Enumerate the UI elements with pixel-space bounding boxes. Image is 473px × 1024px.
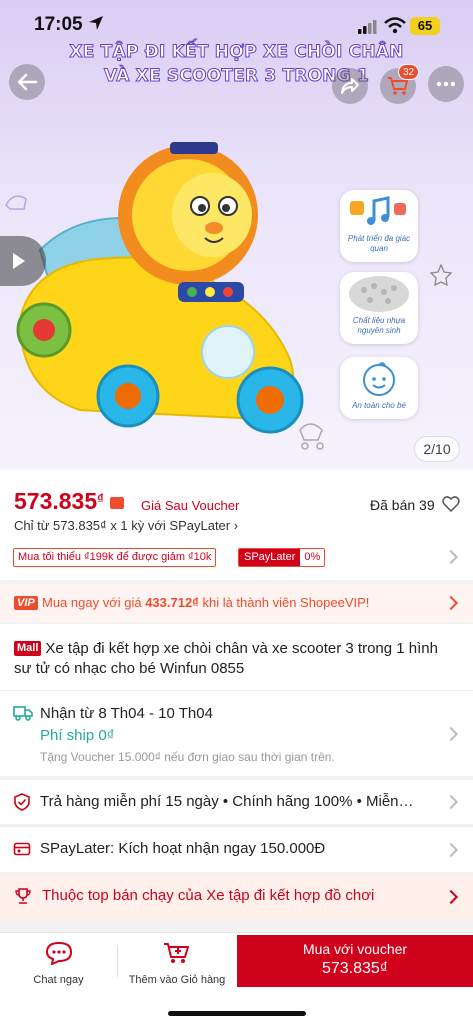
vip-text-suffix: khi là thành viên ShopeeVIP! (198, 595, 370, 610)
chevron-right-icon (443, 595, 459, 611)
home-indicator (168, 1011, 306, 1016)
spaylater-row[interactable]: SPayLater: Kích hoạt nhận ngay 150.000Đ (0, 826, 473, 872)
spaylater-tag[interactable]: SPayLater 0% (238, 548, 326, 567)
plastic-pellets-icon (349, 276, 409, 312)
trophy-icon (15, 888, 31, 904)
back-button[interactable] (9, 64, 45, 100)
buy-with-voucher-button[interactable]: Mua với voucher 573.835₫ (237, 935, 473, 987)
shopee-vip-banner[interactable]: VIP Mua ngay với giá 433.712₫ khi là thà… (0, 584, 473, 622)
price-amount: 573.835 (14, 488, 98, 514)
guarantee-row[interactable]: Trả hàng miễn phí 15 ngày • Chính hãng 1… (0, 780, 473, 824)
chevron-right-icon (443, 549, 459, 565)
heart-icon[interactable] (442, 495, 460, 513)
share-icon (341, 78, 359, 94)
delivery-truck-icon (13, 706, 33, 721)
status-bar: 17:05 65 (0, 0, 473, 40)
chevron-right-icon (443, 889, 459, 905)
product-title-section: Mall Xe tập đi kết hợp xe chòi chân và xe… (0, 624, 473, 690)
chevron-right-icon (443, 726, 459, 742)
product-title-text: Xe tập đi kết hợp xe chòi chân và xe sco… (14, 640, 438, 677)
spaylater-row-text: SPayLater: Kích hoạt nhận ngay 150.000Đ (40, 840, 326, 857)
top-seller-text: Thuộc top bán chạy của Xe tập đi kết hợp… (42, 887, 375, 904)
voucher-tag-icon (110, 497, 124, 509)
shipping-section[interactable]: Nhận từ 8 Th04 - 10 Th04 Phí ship 0₫ Tặn… (0, 690, 473, 776)
more-dots-icon (436, 81, 456, 87)
chat-bubble-icon (45, 941, 72, 966)
spaylater-installment-link[interactable]: Chỉ từ 573.835₫ x 1 kỳ với SPayLater › (14, 518, 238, 533)
share-button[interactable] (332, 68, 368, 104)
add-to-cart-button[interactable]: Thêm vào Giỏ hàng (118, 933, 236, 989)
product-title: Mall Xe tập đi kết hợp xe chòi chân và xe… (14, 639, 459, 679)
wifi-icon (384, 17, 406, 34)
buy-button-price: 573.835₫ (321, 960, 389, 977)
add-to-cart-icon (164, 943, 189, 963)
price-section: 573.835₫ Giá Sau Voucher Đã bán 39 Chỉ t… (0, 470, 473, 580)
late-delivery-voucher: Tặng Voucher 15.000₫ nếu đơn giao sau th… (40, 750, 335, 764)
feature-label-senses: Phát triển đa giác quan (347, 234, 411, 253)
feature-card-safety: An toàn cho bé (340, 357, 418, 419)
delivery-date: Nhận từ 8 Th04 - 10 Th04 (40, 705, 213, 722)
music-notes-icon (350, 196, 406, 225)
feature-card-material: Chất liệu nhựa nguyên sinh (340, 272, 418, 344)
spaylater-tag-rate: 0% (304, 551, 321, 563)
sold-count: Đã bán 39 (370, 497, 435, 513)
price-currency: ₫ (97, 491, 104, 506)
cellular-signal-icon (358, 20, 377, 34)
feature-card-senses: Phát triển đa giác quan (340, 190, 418, 262)
chevron-right-icon (443, 842, 459, 858)
add-to-cart-label: Thêm vào Giỏ hàng (128, 974, 226, 986)
vip-text-prefix: Mua ngay với giá (42, 595, 146, 610)
wallet-card-icon (13, 842, 31, 856)
play-icon (13, 253, 25, 269)
product-price: 573.835₫ (14, 488, 104, 515)
battery-indicator: 65 (410, 17, 440, 35)
chat-now-button[interactable]: Chat ngay (0, 933, 117, 989)
vip-price: 433.712₫ (145, 595, 199, 610)
vip-badge: VIP (14, 596, 38, 610)
location-arrow-icon (89, 16, 103, 30)
image-counter: 2/10 (414, 436, 460, 462)
spaylater-tag-label: SPayLater (239, 549, 301, 566)
more-options-button[interactable] (428, 66, 464, 102)
mall-badge: Mall (14, 641, 42, 656)
baby-face-icon (363, 362, 395, 396)
arrow-left-icon (17, 73, 38, 91)
chevron-right-icon (443, 794, 459, 810)
shield-check-icon (14, 793, 30, 811)
chat-now-label: Chat ngay (33, 974, 84, 986)
shipping-fee: Phí ship 0₫ (40, 727, 115, 744)
feature-label-material: Chất liệu nhựa nguyên sinh (352, 316, 406, 335)
product-image-carousel[interactable]: XE TẬP ĐI KẾT HỢP XE CHÒI CHÂN VÀ XE SCO… (0, 0, 473, 470)
buy-button-label: Mua với voucher (302, 941, 408, 957)
guarantee-text: Trả hàng miễn phí 15 ngày • Chính hãng 1… (40, 793, 414, 810)
price-note: Giá Sau Voucher (141, 498, 240, 513)
bottom-action-bar: Chat ngay Thêm vào Giỏ hàng Mua với vouc… (0, 932, 473, 1024)
vip-offer-text: Mua ngay với giá 433.712₫ khi là thành v… (42, 595, 369, 610)
cart-count-badge: 32 (398, 64, 420, 80)
min-order-promo-tag[interactable]: Mua tối thiểu ₫199k để được giảm ₫10k (13, 548, 217, 567)
feature-label-safety: An toàn cho bé (352, 401, 406, 410)
status-time: 17:05 (34, 14, 83, 35)
top-seller-banner[interactable]: Thuộc top bán chạy của Xe tập đi kết hợp… (0, 874, 473, 920)
